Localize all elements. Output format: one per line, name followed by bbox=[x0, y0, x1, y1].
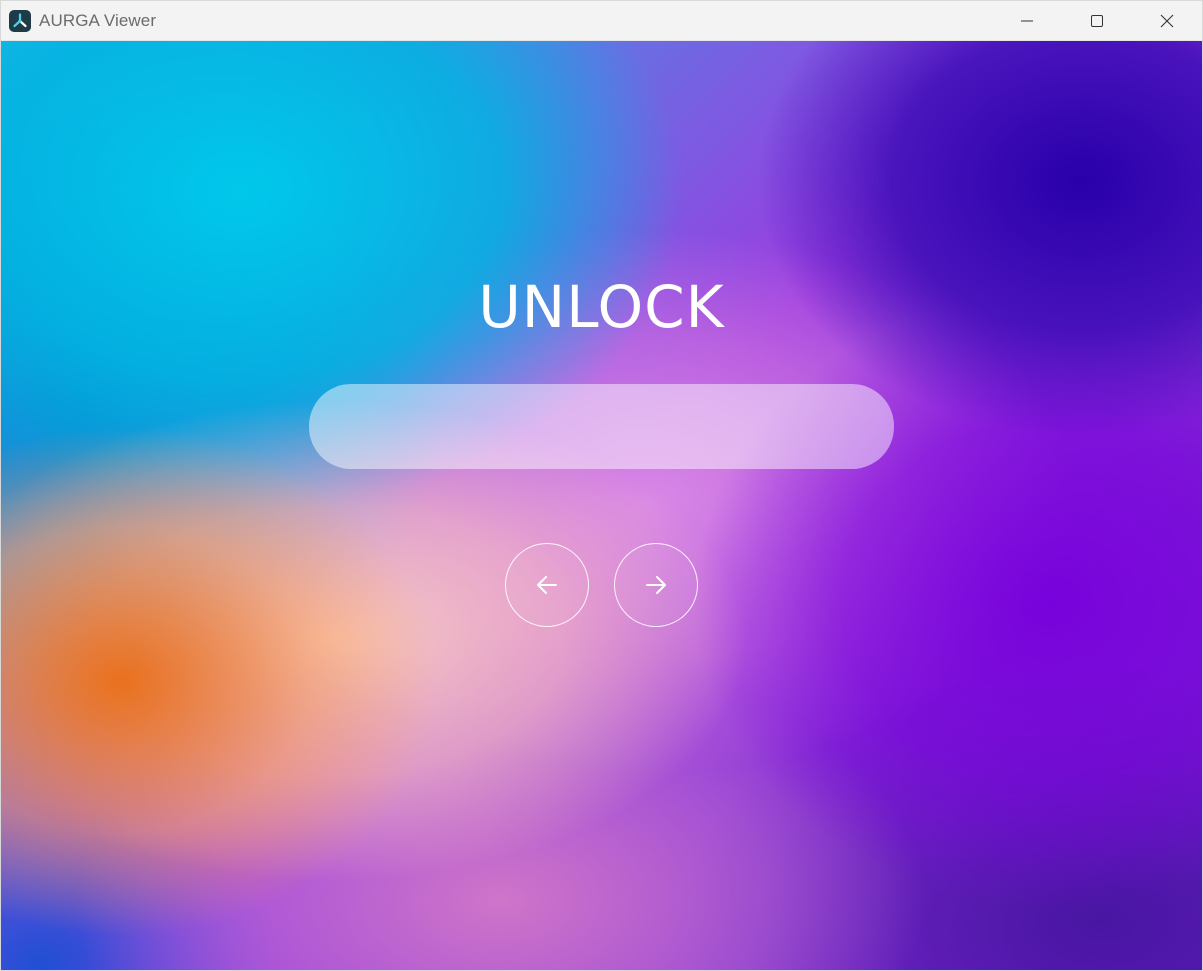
password-input[interactable] bbox=[309, 384, 894, 469]
minimize-icon bbox=[1021, 20, 1033, 21]
maximize-button[interactable] bbox=[1062, 1, 1132, 40]
window-controls bbox=[992, 1, 1202, 40]
unlock-screen: UNLOCK bbox=[1, 41, 1202, 970]
app-window: AURGA Viewer UNLOCK bbox=[0, 0, 1203, 971]
title-bar[interactable]: AURGA Viewer bbox=[1, 1, 1202, 41]
maximize-icon bbox=[1091, 14, 1103, 27]
close-icon bbox=[1160, 14, 1174, 27]
window-title: AURGA Viewer bbox=[39, 10, 157, 30]
arrow-left-icon bbox=[537, 576, 557, 594]
aurga-logo-icon bbox=[9, 9, 31, 32]
close-button[interactable] bbox=[1132, 1, 1202, 40]
back-button[interactable] bbox=[505, 543, 589, 627]
minimize-button[interactable] bbox=[992, 1, 1062, 40]
unlock-heading: UNLOCK bbox=[478, 273, 725, 341]
arrow-right-icon bbox=[646, 576, 666, 594]
next-button[interactable] bbox=[614, 543, 698, 627]
